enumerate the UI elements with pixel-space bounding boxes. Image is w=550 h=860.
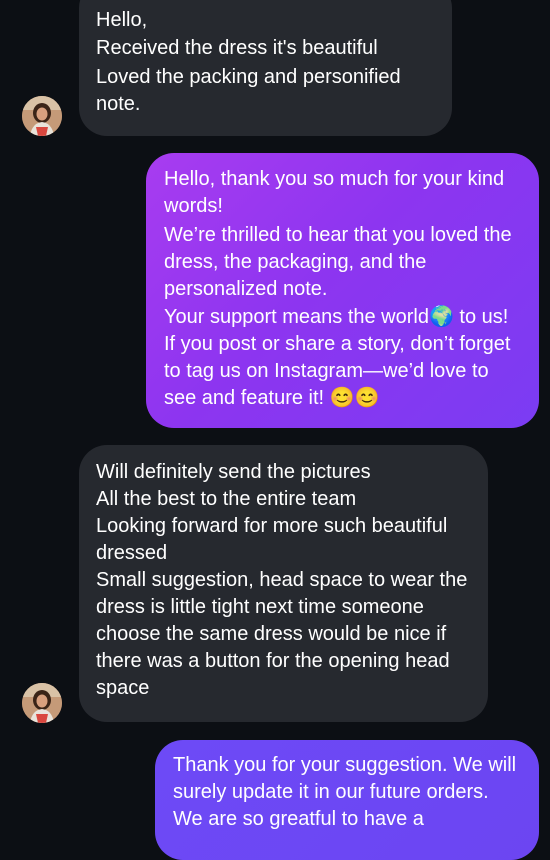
sender-avatar[interactable] [22,683,62,723]
avatar-photo-icon [22,96,62,136]
sender-avatar[interactable] [22,96,62,136]
outgoing-message-1[interactable]: Hello, thank you so much for your kind w… [146,153,539,428]
incoming-message-1[interactable]: Hello, Received the dress it's beautiful… [79,0,452,136]
outgoing-message-2[interactable]: Thank you for your suggestion. We will s… [155,740,539,860]
message-line: Small suggestion, head space to wear the… [96,569,468,699]
message-line: Loved the packing and personified note. [96,66,401,115]
message-line: Received the dress it's beautiful [96,37,378,59]
message-line: Looking forward for more such beautiful … [96,515,448,564]
message-line: Hello, thank you so much for your kind w… [164,168,505,217]
message-line: We’re thrilled to hear that you loved th… [164,224,512,300]
message-line: All the best to the entire team [96,488,357,510]
avatar-photo-icon [22,683,62,723]
message-line: Thank you for your suggestion. We will s… [173,754,517,830]
message-line: Hello, [96,9,148,31]
message-line: Will definitely send the pictures [96,461,371,483]
incoming-message-2[interactable]: Will definitely send the pictures All th… [79,445,488,722]
message-line: Your support means the world🌍 to us! If … [164,306,511,409]
